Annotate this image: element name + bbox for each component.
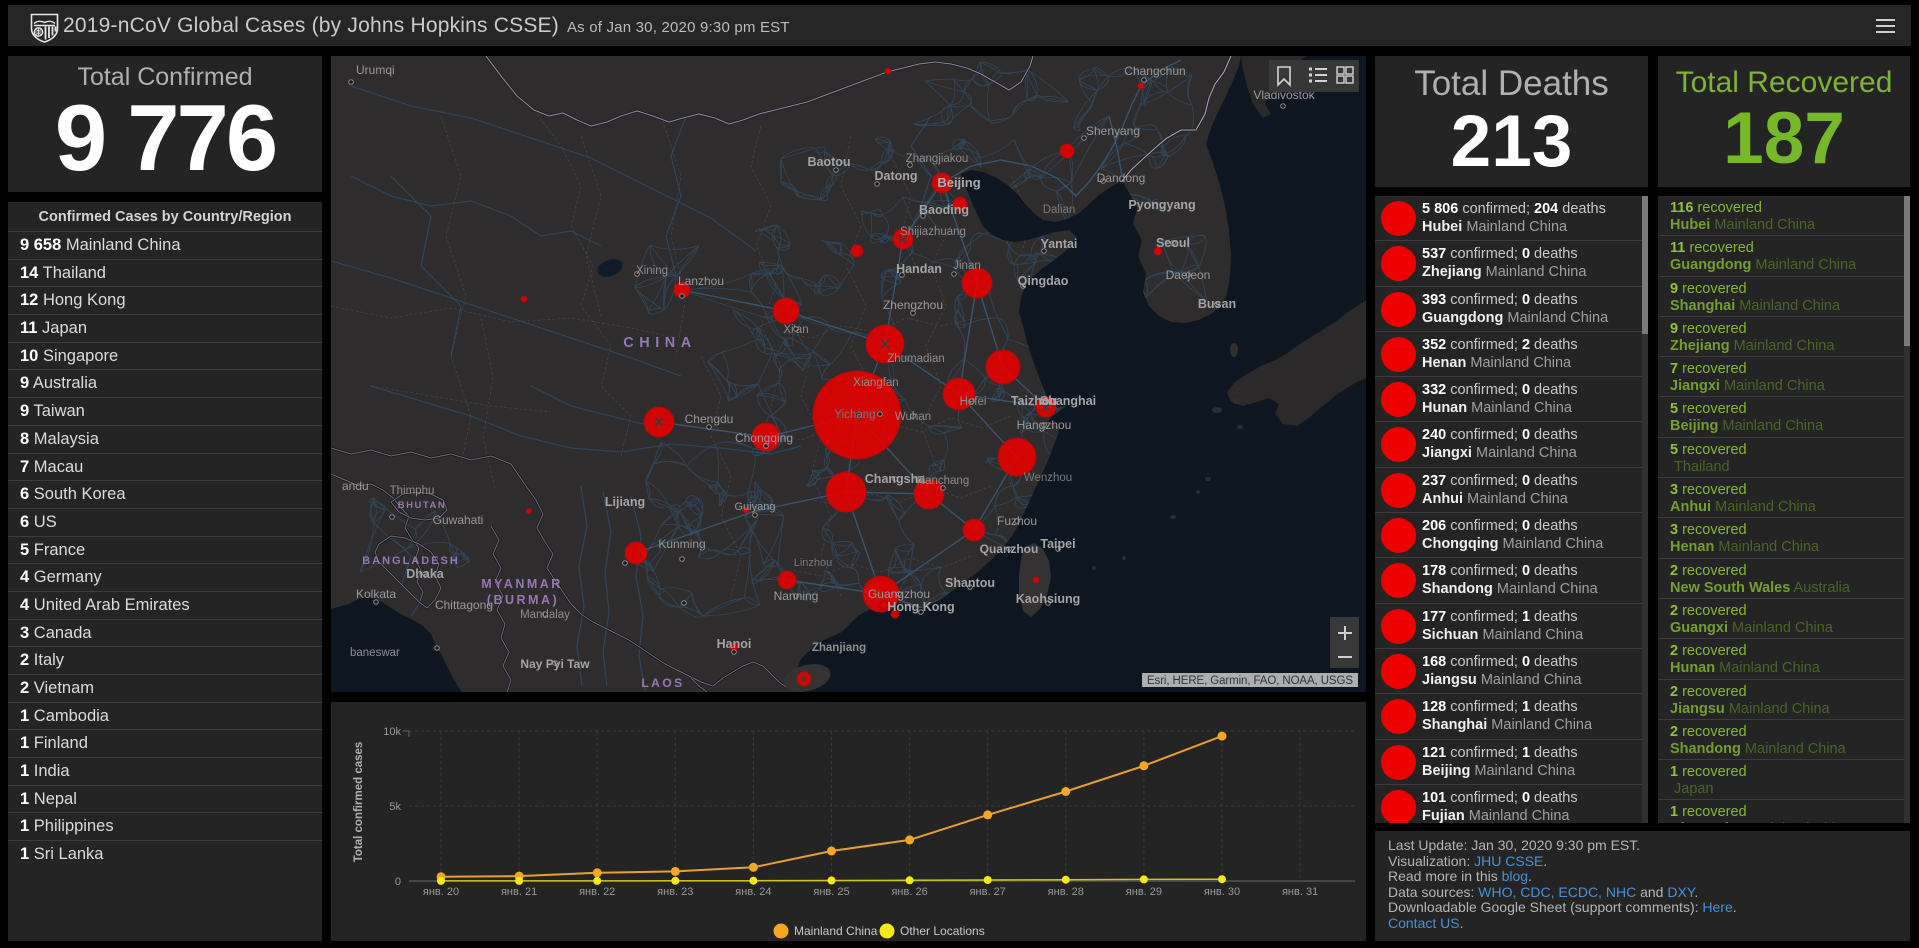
svg-text:Shanghai: Shanghai [1040, 394, 1096, 408]
svg-text:янв. 22: янв. 22 [579, 886, 615, 898]
svg-text:Guangzhou: Guangzhou [868, 587, 930, 601]
svg-text:Zhengzhou: Zhengzhou [883, 298, 943, 312]
svg-text:Handan: Handan [896, 262, 942, 276]
svg-text:Guiyang: Guiyang [735, 501, 776, 513]
svg-text:янв. 27: янв. 27 [970, 886, 1006, 898]
svg-text:MYANMAR: MYANMAR [481, 577, 563, 591]
svg-text:Fuzhou: Fuzhou [997, 514, 1037, 528]
svg-text:Wenzhou: Wenzhou [1024, 472, 1072, 484]
svg-text:Shijiazhuang: Shijiazhuang [900, 226, 966, 238]
svg-text:янв. 30: янв. 30 [1204, 886, 1240, 898]
svg-text:Lanzhou: Lanzhou [678, 274, 724, 288]
svg-text:CHINA: CHINA [623, 335, 696, 351]
svg-text:andu: andu [342, 479, 369, 493]
svg-text:Xi'an: Xi'an [783, 324, 808, 336]
svg-text:Qingdao: Qingdao [1018, 274, 1069, 288]
svg-text:Shenyang: Shenyang [1086, 124, 1140, 138]
svg-text:янв. 25: янв. 25 [813, 886, 849, 898]
svg-text:Other Locations: Other Locations [900, 924, 985, 938]
svg-text:10k: 10k [383, 726, 401, 738]
svg-text:Thimphu: Thimphu [390, 485, 435, 497]
svg-text:Lijiang: Lijiang [605, 495, 645, 509]
svg-text:Hefei: Hefei [960, 396, 987, 408]
svg-text:Chengdu: Chengdu [685, 412, 734, 426]
svg-text:Xining: Xining [636, 265, 668, 277]
svg-text:янв. 20: янв. 20 [423, 886, 459, 898]
svg-text:янв. 21: янв. 21 [501, 886, 537, 898]
svg-text:Nanning: Nanning [774, 589, 819, 603]
svg-text:Total confirmed cases: Total confirmed cases [353, 742, 365, 863]
svg-text:Beijing: Beijing [937, 175, 980, 190]
svg-text:Taipei: Taipei [1040, 537, 1075, 551]
svg-text:Seoul: Seoul [1156, 236, 1190, 250]
svg-text:Mandalay: Mandalay [520, 609, 570, 621]
svg-text:Yantai: Yantai [1041, 237, 1078, 251]
svg-text:Chongqing: Chongqing [735, 431, 793, 445]
svg-text:5k: 5k [389, 801, 401, 813]
svg-text:Busan: Busan [1198, 297, 1236, 311]
svg-text:Zhanjiang: Zhanjiang [812, 642, 866, 654]
svg-text:Baotou: Baotou [807, 155, 850, 169]
svg-text:Shantou: Shantou [945, 576, 995, 590]
svg-text:(BURMA): (BURMA) [487, 593, 559, 607]
svg-text:Hong Kong: Hong Kong [887, 600, 954, 614]
svg-text:янв. 31: янв. 31 [1282, 886, 1318, 898]
svg-text:Zhumadian: Zhumadian [887, 353, 945, 365]
svg-text:BHUTAN: BHUTAN [398, 500, 446, 511]
svg-text:Kolkata: Kolkata [356, 587, 396, 601]
svg-text:BANGLADESH: BANGLADESH [362, 555, 460, 567]
svg-text:Nanchang: Nanchang [917, 475, 969, 487]
svg-text:янв. 29: янв. 29 [1126, 886, 1162, 898]
svg-text:Yichang: Yichang [834, 409, 875, 421]
svg-text:Urumqi: Urumqi [356, 63, 395, 77]
svg-text:Daejeon: Daejeon [1166, 268, 1211, 282]
svg-text:Baoding: Baoding [919, 203, 969, 217]
svg-text:Guwahati: Guwahati [433, 513, 484, 527]
svg-text:baneswar: baneswar [350, 647, 400, 659]
svg-text:Nay Pyi Taw: Nay Pyi Taw [520, 657, 590, 671]
svg-text:Changchun: Changchun [1124, 64, 1185, 78]
svg-text:Kunming: Kunming [658, 537, 705, 551]
svg-text:Dhaka: Dhaka [406, 567, 445, 581]
svg-text:Wuhan: Wuhan [895, 411, 931, 423]
svg-text:Esri, HERE, Garmin, FAO, NOAA,: Esri, HERE, Garmin, FAO, NOAA, USGS [1147, 675, 1353, 687]
svg-text:Pyongyang: Pyongyang [1128, 198, 1195, 212]
svg-text:Mainland China: Mainland China [794, 924, 878, 938]
svg-text:0: 0 [395, 876, 401, 888]
svg-text:янв. 24: янв. 24 [735, 886, 771, 898]
svg-text:Zhangjiakou: Zhangjiakou [906, 153, 969, 165]
svg-text:Datong: Datong [874, 169, 917, 183]
svg-text:LAOS: LAOS [641, 676, 684, 690]
svg-text:Hanoi: Hanoi [717, 637, 752, 651]
svg-text:Chittagong: Chittagong [435, 598, 493, 612]
svg-text:Kaohsiung: Kaohsiung [1016, 592, 1081, 606]
svg-text:Hangzhou: Hangzhou [1017, 418, 1072, 432]
svg-text:Xiangfan: Xiangfan [853, 377, 898, 389]
svg-text:Dandong: Dandong [1097, 171, 1146, 185]
svg-text:Quanzhou: Quanzhou [980, 542, 1039, 556]
svg-text:янв. 28: янв. 28 [1048, 886, 1084, 898]
svg-text:янв. 26: янв. 26 [891, 886, 927, 898]
svg-text:Jinan: Jinan [953, 260, 981, 272]
svg-text:Linzhou: Linzhou [794, 557, 833, 569]
svg-text:янв. 23: янв. 23 [657, 886, 693, 898]
svg-text:Dalian: Dalian [1043, 204, 1076, 216]
